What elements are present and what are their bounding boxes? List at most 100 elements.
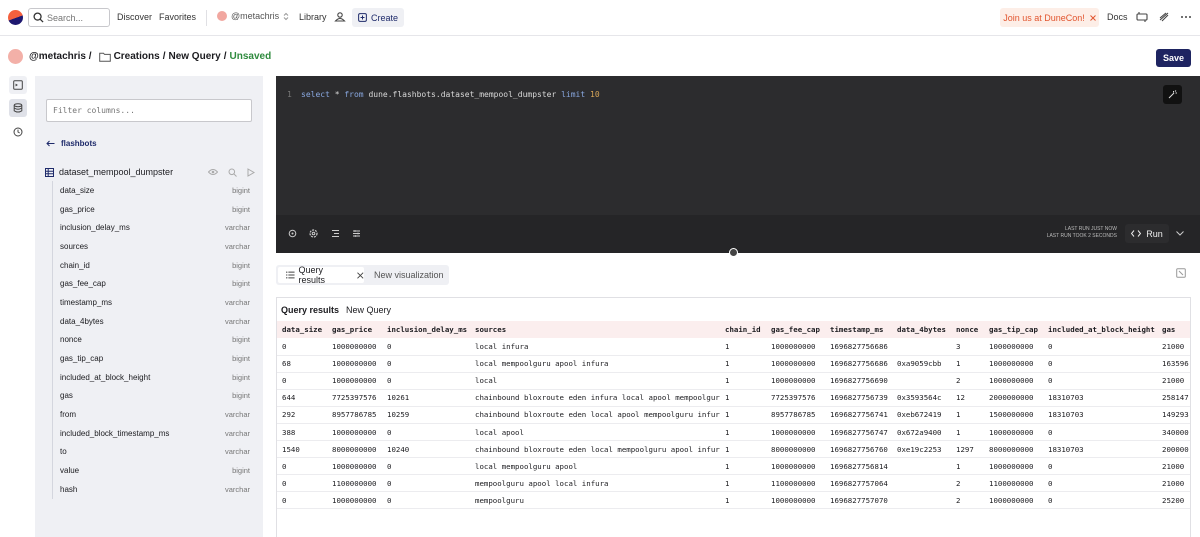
breadcrumb-query-name[interactable]: New Query [168,51,220,62]
column-header[interactable]: timestamp_ms [825,321,892,338]
table-cell: 1 [720,440,766,459]
column-header[interactable]: nonce [951,321,984,338]
close-icon[interactable] [357,271,364,279]
schema-column-name: hash [60,484,78,494]
column-header[interactable]: gas_tip_cap [984,321,1043,338]
schema-column-type: bigint [232,185,250,195]
strip-history-button[interactable] [9,123,27,141]
user-switcher[interactable]: @metachris [217,11,289,21]
schema-column[interactable]: data_4bytes varchar [53,312,250,331]
owner-avatar[interactable] [8,49,23,64]
table-cell: chainbound bloxroute eden local apool me… [470,406,720,424]
table-cell: 0 [277,457,327,476]
dunecon-banner-label: Join us at DuneCon! [1003,12,1085,23]
schema-column-type: bigint [232,204,250,214]
schema-column-name: nonce [60,335,82,345]
table-cell: 1000000000 [984,423,1043,442]
table-cell: 0 [1043,372,1157,390]
schema-column[interactable]: data_size bigint [53,181,250,200]
column-header[interactable]: gas [1157,321,1190,338]
ai-assist-button[interactable] [1163,85,1182,104]
column-header[interactable]: gas_fee_cap [766,321,825,338]
table-cell: 0 [277,372,327,390]
eye-icon[interactable] [208,168,218,176]
tab-new-visualization[interactable]: New visualization [374,270,444,280]
api-icon[interactable] [1136,11,1148,23]
schema-column[interactable]: timestamp_ms varchar [53,293,250,312]
column-header[interactable]: inclusion_delay_ms [382,321,470,338]
play-icon[interactable] [247,167,255,177]
tab-query-results[interactable]: Query results [278,265,364,285]
query-text[interactable]: select * from dune.flashbots.dataset_mem… [301,90,600,99]
schema-column[interactable]: gas_fee_cap bigint [53,274,250,293]
schema-column[interactable]: gas bigint [53,387,250,406]
column-header[interactable]: chain_id [720,321,766,338]
nav-discover[interactable]: Discover [117,12,152,22]
query-limit-value: 10 [585,90,600,99]
nav-library[interactable]: Library [299,12,327,22]
more-icon[interactable] [1180,11,1192,23]
column-header[interactable]: data_size [277,321,327,338]
nav-favorites[interactable]: Favorites [159,12,196,22]
schema-column[interactable]: gas_tip_cap bigint [53,349,250,368]
back-to-schema[interactable]: flashbots [46,139,97,148]
close-icon[interactable] [1089,14,1096,21]
schema-column[interactable]: chain_id bigint [53,256,250,275]
table-cell: 8000000000 [327,440,382,459]
schema-column[interactable]: nonce bigint [53,331,250,350]
create-button[interactable]: Create [352,8,404,27]
clear-results-icon[interactable] [1176,268,1186,278]
params-icon[interactable] [352,229,361,238]
run-options-button[interactable] [1169,224,1191,243]
schema-column[interactable]: hash varchar [53,480,250,499]
table-cell: 0 [1043,338,1157,356]
dune-logo[interactable] [8,10,23,25]
target-icon[interactable] [288,229,297,238]
schema-column-name: timestamp_ms [60,297,113,307]
schema-column-type: varchar [224,410,250,420]
table-cell: 1000000000 [327,338,382,356]
schema-column[interactable]: sources varchar [53,237,250,256]
schema-column[interactable]: inclusion_delay_ms varchar [53,218,250,237]
editor-resize-handle[interactable] [729,248,738,257]
strip-queries-button[interactable] [9,76,27,94]
tab-query-results-label: Query results [298,265,326,285]
table-cell: 1 [951,406,984,424]
run-button[interactable]: Run [1125,224,1169,243]
schema-column[interactable]: gas_price bigint [53,200,250,219]
teams-icon[interactable] [334,11,346,23]
schema-column[interactable]: from varchar [53,405,250,424]
column-header[interactable]: included_at_block_height [1043,321,1157,338]
table-cell: 0x3593564c [892,389,951,407]
dunecon-banner[interactable]: Join us at DuneCon! [1000,8,1099,27]
last-run-info: LAST RUN JUST NOW LAST RUN TOOK 2 SECOND… [1016,226,1117,240]
schema-column[interactable]: included_at_block_height bigint [53,368,250,387]
schema-column[interactable]: included_block_timestamp_ms varchar [53,424,250,443]
filter-columns-input[interactable] [46,99,252,122]
table-row: 0 1000000000 0 local mempoolguru apool 1 1000… [277,457,1190,476]
table-cell: 21000 [1157,338,1190,356]
table-cell: 0 [277,338,327,356]
bell-icon[interactable] [1158,11,1170,23]
search-input[interactable] [47,12,109,23]
column-header[interactable]: data_4bytes [892,321,951,338]
nav-docs[interactable]: Docs [1107,12,1128,22]
table-cell: 1696827756747 [825,423,892,442]
query-editor[interactable]: 1 select * from dune.flashbots.dataset_m… [276,76,1200,253]
search-icon[interactable] [228,168,237,177]
settings-icon[interactable] [309,229,318,238]
column-header[interactable]: sources [470,321,720,338]
results-panel: Query results New Query data_size gas_pri… [276,297,1191,537]
save-button[interactable]: Save [1156,49,1191,67]
schema-column[interactable]: to varchar [53,443,250,462]
breadcrumb-folder[interactable]: Creations [114,51,160,62]
table-header[interactable]: dataset_mempool_dumpster [45,167,255,177]
column-header[interactable]: gas_price [327,321,382,338]
schema-column[interactable]: value bigint [53,461,250,480]
schema-column-type: varchar [224,447,250,457]
strip-data-button[interactable] [9,99,27,117]
breadcrumb-owner[interactable]: @metachris / [29,51,92,62]
table-cell: 18310703 [1043,440,1157,459]
format-icon[interactable] [331,229,340,238]
search-box[interactable] [28,8,110,27]
